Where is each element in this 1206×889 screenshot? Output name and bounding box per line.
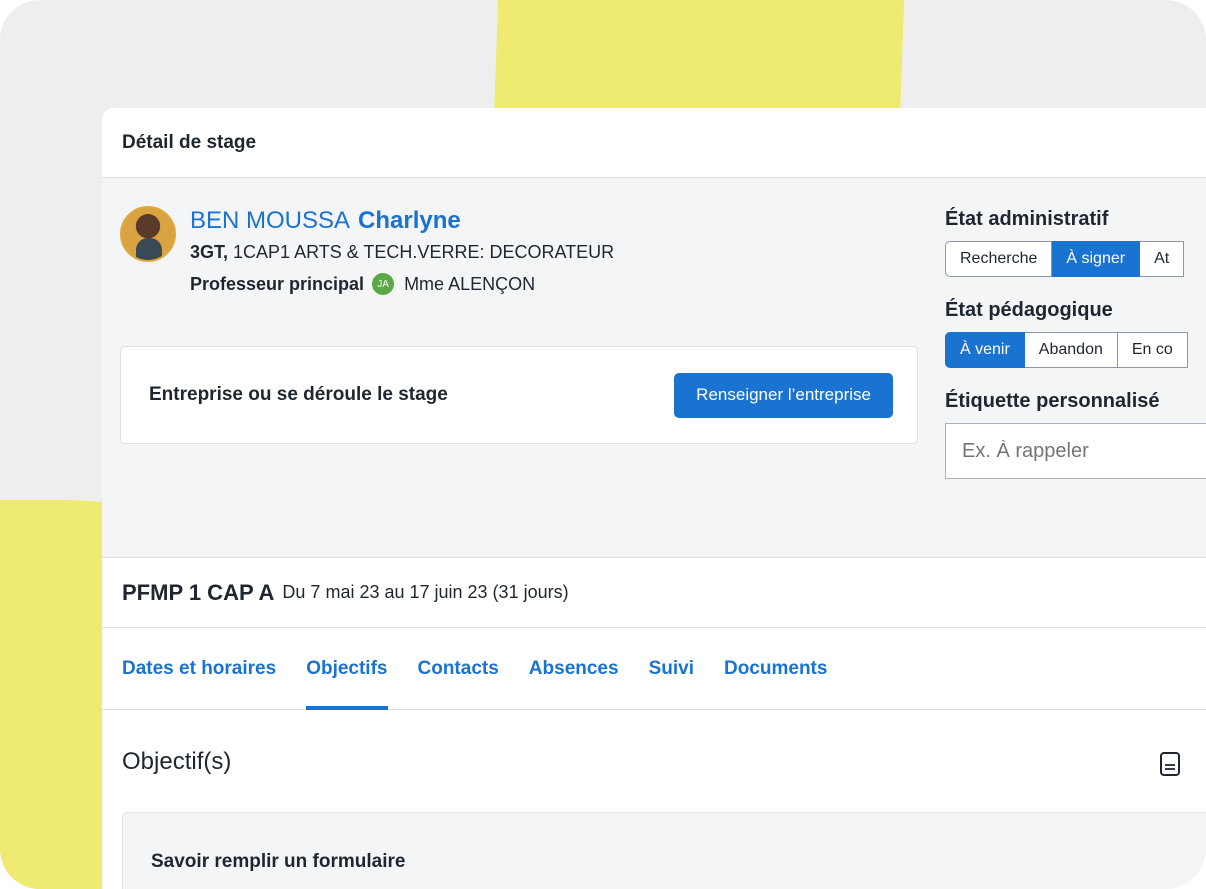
student-avatar xyxy=(120,206,176,262)
peda-state-selector: À venir Abandon En co xyxy=(945,332,1206,368)
admin-state-title: État administratif xyxy=(945,208,1109,230)
student-summary: BEN MOUSSA Charlyne 3GT, 1CAP1 ARTS & TEC… xyxy=(120,206,614,295)
objective-item[interactable]: Savoir remplir un formulaire xyxy=(122,812,1206,889)
tab-documents[interactable]: Documents xyxy=(724,628,827,709)
period-code: PFMP 1 CAP A xyxy=(122,579,275,605)
peda-state-option-en-co[interactable]: En co xyxy=(1117,332,1188,368)
admin-state-option-at[interactable]: At xyxy=(1140,241,1185,277)
custom-label-title: Étiquette personnalisé xyxy=(945,390,1160,412)
detail-tabs: Dates et horaires Objectifs Contacts Abs… xyxy=(102,628,1206,710)
student-class: 3GT, 1CAP1 ARTS & TECH.VERRE: DECORATEUR xyxy=(190,242,614,263)
class-code: 3GT, xyxy=(190,242,229,262)
student-info-panel: BEN MOUSSA Charlyne 3GT, 1CAP1 ARTS & TEC… xyxy=(102,178,1206,558)
student-name[interactable]: BEN MOUSSA Charlyne xyxy=(190,206,614,236)
main-teacher-name: Mme ALENÇON xyxy=(404,273,536,294)
document-icon[interactable] xyxy=(1159,751,1181,777)
status-panel: État administratif Recherche À signer At… xyxy=(945,208,1206,479)
class-detail: 1CAP1 ARTS & TECH.VERRE: DECORATEUR xyxy=(233,242,615,262)
student-first-name: Charlyne xyxy=(358,207,461,234)
peda-state-option-a-venir[interactable]: À venir xyxy=(945,332,1025,368)
tab-objectifs[interactable]: Objectifs xyxy=(306,628,388,710)
peda-state-title: État pédagogique xyxy=(945,299,1113,321)
company-label: Entreprise ou se déroule le stage xyxy=(149,384,448,405)
student-last-name: BEN MOUSSA xyxy=(190,207,351,234)
company-section: Entreprise ou se déroule le stage Rensei… xyxy=(120,346,918,444)
main-teacher-label: Professeur principal xyxy=(190,273,365,294)
page-frame: Détail de stage BEN MOUSSA Charlyne 3GT, … xyxy=(0,0,1206,889)
period-dates: Du 7 mai 23 au 17 juin 23 (31 jours) xyxy=(282,582,569,602)
tab-suivi[interactable]: Suivi xyxy=(649,628,694,709)
card-title: Détail de stage xyxy=(102,108,1206,178)
tab-absences[interactable]: Absences xyxy=(529,628,619,709)
tab-contacts[interactable]: Contacts xyxy=(418,628,499,709)
peda-state-option-abandon[interactable]: Abandon xyxy=(1024,332,1118,368)
admin-state-selector: Recherche À signer At xyxy=(945,241,1206,277)
tab-dates-et-horaires[interactable]: Dates et horaires xyxy=(122,628,276,709)
main-teacher: Professeur principal JA Mme ALENÇON xyxy=(190,273,614,295)
internship-period: PFMP 1 CAP A Du 7 mai 23 au 17 juin 23 (… xyxy=(102,558,1206,628)
admin-state-option-recherche[interactable]: Recherche xyxy=(945,241,1053,277)
fill-company-button[interactable]: Renseigner l’entreprise xyxy=(674,372,893,418)
internship-detail-card: Détail de stage BEN MOUSSA Charlyne 3GT, … xyxy=(102,108,1206,889)
objectives-title: Objectif(s) xyxy=(122,748,232,775)
custom-label-input[interactable] xyxy=(945,423,1206,479)
admin-state-option-a-signer[interactable]: À signer xyxy=(1052,241,1141,277)
teacher-initials-badge: JA xyxy=(372,273,395,295)
